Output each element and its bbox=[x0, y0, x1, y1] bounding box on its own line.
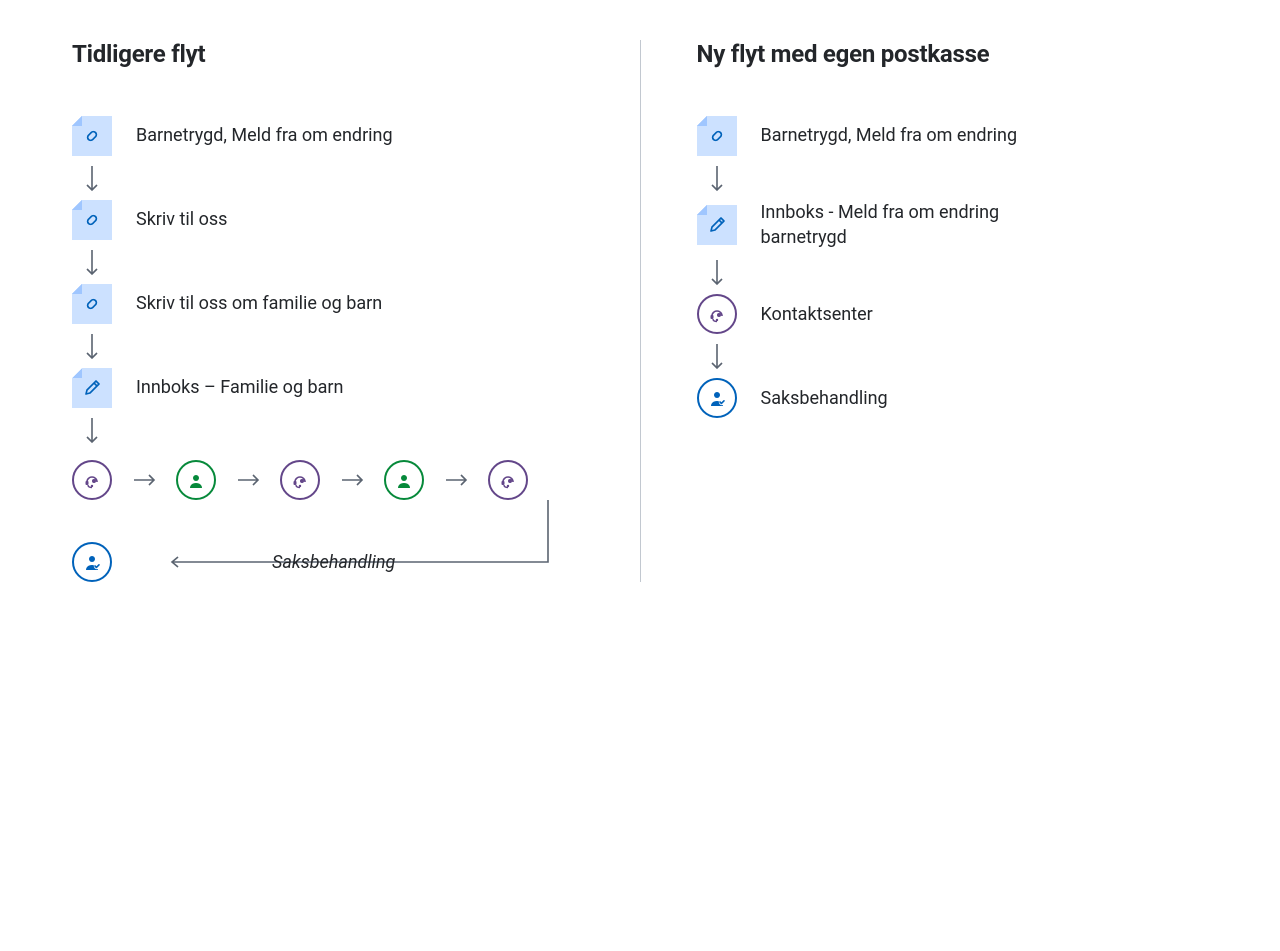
person-icon bbox=[384, 460, 424, 500]
step-label: Barnetrygd, Meld fra om endring bbox=[761, 123, 1018, 148]
new-flow-steps: Barnetrygd, Meld fra om endring Innboks … bbox=[697, 116, 1209, 418]
routing-chain bbox=[72, 460, 528, 500]
column-previous-flow: Tidligere flyt Barnetrygd, Meld fra om e… bbox=[72, 40, 641, 582]
step-label: Innboks – Familie og barn bbox=[136, 375, 343, 400]
step-label: Skriv til oss bbox=[136, 207, 227, 232]
arrow-down-icon bbox=[72, 324, 112, 368]
link-icon bbox=[72, 284, 112, 324]
link-icon bbox=[72, 200, 112, 240]
step-node: Barnetrygd, Meld fra om endring bbox=[697, 116, 1018, 156]
arrow-right-icon bbox=[332, 460, 372, 500]
step-node: Barnetrygd, Meld fra om endring bbox=[72, 116, 393, 156]
title-new-flow: Ny flyt med egen postkasse bbox=[697, 40, 1209, 68]
arrow-down-icon bbox=[697, 250, 737, 294]
headset-icon bbox=[72, 460, 112, 500]
previous-flow-steps: Barnetrygd, Meld fra om endring Skriv ti… bbox=[72, 116, 584, 582]
step-label: Saksbehandling bbox=[761, 386, 888, 411]
headset-icon bbox=[697, 294, 737, 334]
arrow-right-icon bbox=[228, 460, 268, 500]
title-previous-flow: Tidligere flyt bbox=[72, 40, 584, 68]
step-label: Skriv til oss om familie og barn bbox=[136, 291, 382, 316]
person-icon bbox=[176, 460, 216, 500]
caseworker-icon bbox=[697, 378, 737, 418]
step-node: Skriv til oss om familie og barn bbox=[72, 284, 382, 324]
diagram-canvas: Tidligere flyt Barnetrygd, Meld fra om e… bbox=[0, 0, 1280, 638]
arrow-down-icon bbox=[72, 408, 112, 452]
result-row: Saksbehandling bbox=[72, 542, 112, 582]
arrow-down-icon bbox=[697, 156, 737, 200]
link-icon bbox=[72, 116, 112, 156]
pencil-icon bbox=[72, 368, 112, 408]
result-label: Saksbehandling bbox=[272, 552, 395, 573]
step-node: Saksbehandling bbox=[697, 378, 888, 418]
arrow-down-icon bbox=[72, 240, 112, 284]
step-label: Kontaktsenter bbox=[761, 302, 873, 327]
arrow-right-icon bbox=[124, 460, 164, 500]
step-label: Innboks - Meld fra om endring barnetrygd bbox=[761, 200, 1041, 250]
step-node: Innboks - Meld fra om endring barnetrygd bbox=[697, 200, 1041, 250]
arrow-right-icon bbox=[436, 460, 476, 500]
arrow-down-icon bbox=[697, 334, 737, 378]
pencil-icon bbox=[697, 205, 737, 245]
step-node: Skriv til oss bbox=[72, 200, 227, 240]
link-icon bbox=[697, 116, 737, 156]
arrow-down-icon bbox=[72, 156, 112, 200]
step-node: Innboks – Familie og barn bbox=[72, 368, 343, 408]
headset-icon bbox=[280, 460, 320, 500]
caseworker-icon bbox=[72, 542, 112, 582]
column-new-flow: Ny flyt med egen postkasse Barnetrygd, M… bbox=[697, 40, 1209, 582]
step-label: Barnetrygd, Meld fra om endring bbox=[136, 123, 393, 148]
headset-icon bbox=[488, 460, 528, 500]
step-node: Kontaktsenter bbox=[697, 294, 873, 334]
